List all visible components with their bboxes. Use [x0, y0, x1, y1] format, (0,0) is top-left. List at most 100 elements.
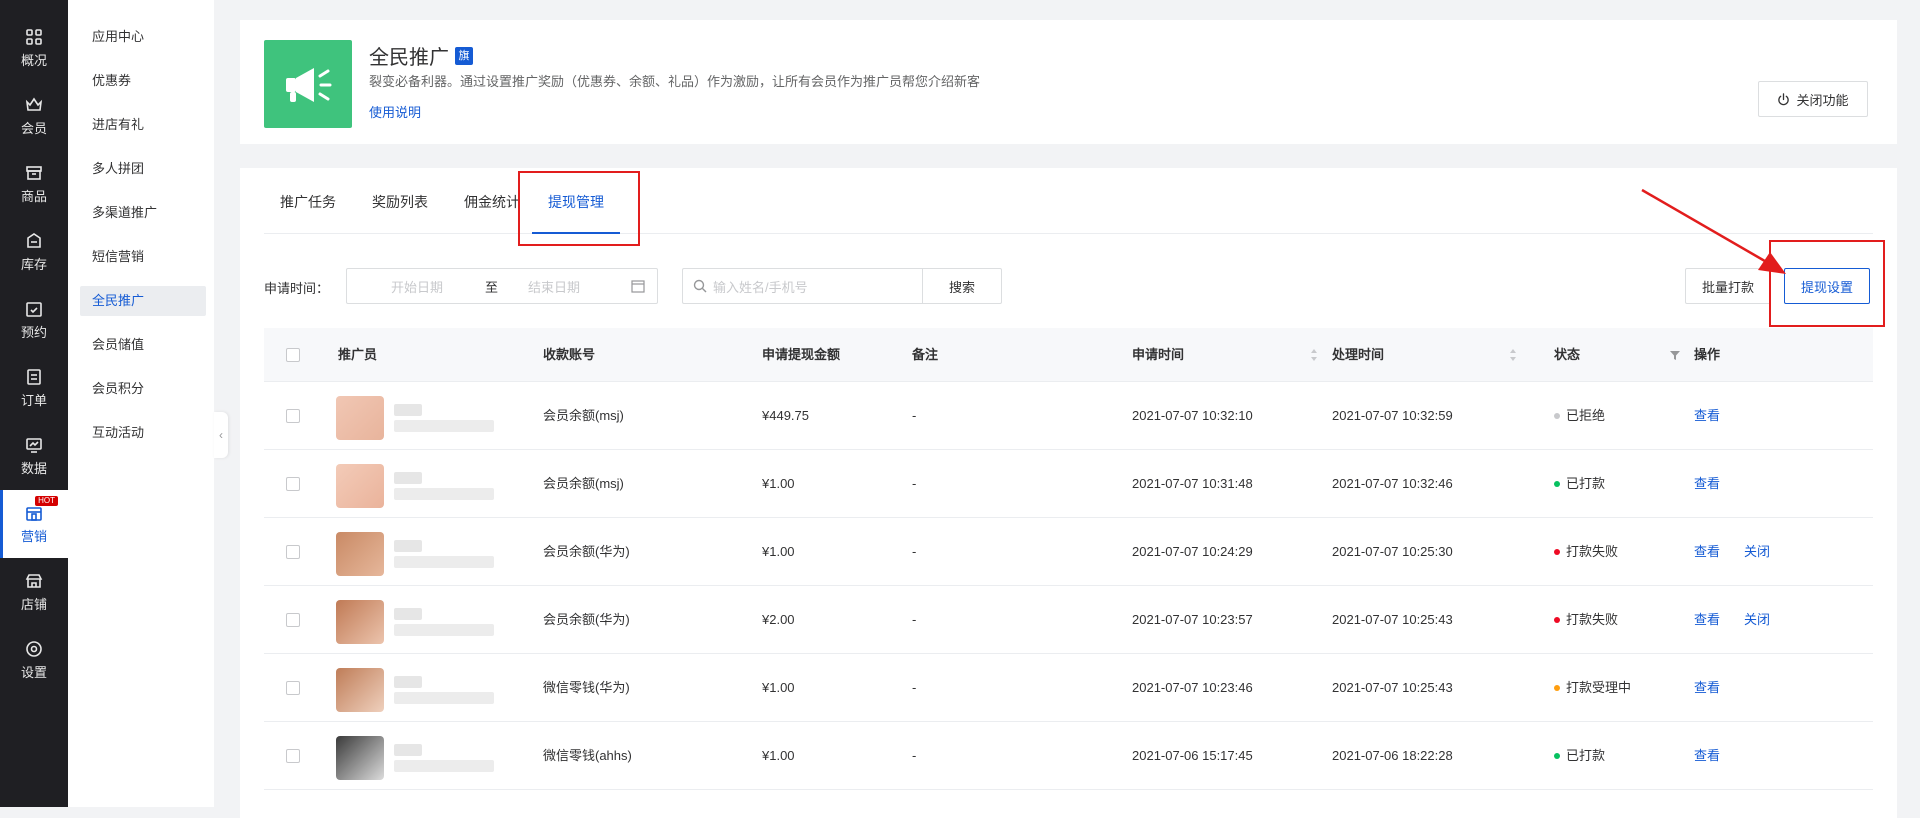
rail-item-booking[interactable]: 预约	[0, 286, 68, 354]
view-link[interactable]: 查看	[1694, 476, 1720, 491]
rail-item-shop[interactable]: 店铺	[0, 558, 68, 626]
account-cell: 会员余额(msj)	[543, 476, 624, 491]
subnav-item[interactable]: 进店有礼	[80, 110, 206, 140]
amount-cell: ¥1.00	[762, 680, 795, 695]
select-all-checkbox[interactable]	[286, 348, 300, 362]
rail-item-order[interactable]: 订单	[0, 354, 68, 422]
end-date-input[interactable]: 结束日期	[528, 277, 580, 296]
search-button[interactable]: 搜索	[922, 268, 1002, 304]
avatar	[336, 464, 384, 508]
promoter-phone-blurred	[394, 488, 494, 500]
subnav-item[interactable]: 短信营销	[80, 242, 206, 272]
close-feature-button[interactable]: 关闭功能	[1758, 81, 1868, 117]
secondary-nav: 应用中心 优惠券 进店有礼 多人拼团 多渠道推广 短信营销 全民推广 会员储值 …	[68, 0, 214, 807]
calendar-icon	[631, 280, 645, 293]
close-link[interactable]: 关闭	[1744, 544, 1770, 559]
avatar	[336, 736, 384, 780]
col-apply-time: 申请时间	[1132, 347, 1185, 362]
view-link[interactable]: 查看	[1694, 748, 1720, 763]
status-cell: 已打款	[1554, 450, 1605, 518]
status-text: 打款失败	[1566, 544, 1619, 559]
help-link[interactable]: 使用说明	[369, 102, 421, 121]
subnav-item[interactable]: 优惠券	[80, 66, 206, 96]
status-text: 已打款	[1566, 476, 1606, 491]
subnav-item[interactable]: 互动活动	[80, 418, 206, 448]
order-icon	[27, 368, 41, 385]
rail-item-stock[interactable]: 库存	[0, 218, 68, 286]
subnav-item-active[interactable]: 全民推广	[80, 286, 206, 316]
status-dot	[1554, 616, 1560, 623]
status-text: 打款受理中	[1566, 680, 1632, 695]
collapse-nav-button[interactable]: ‹	[214, 412, 228, 458]
subnav-item[interactable]: 多人拼团	[80, 154, 206, 184]
account-cell: 会员余额(华为)	[543, 612, 630, 627]
close-link[interactable]: 关闭	[1744, 612, 1770, 627]
status-dot	[1554, 412, 1560, 419]
search-icon	[693, 279, 707, 293]
process-time-cell: 2021-07-07 10:32:46	[1332, 476, 1453, 491]
account-cell: 会员余额(msj)	[543, 408, 624, 423]
subnav-item[interactable]: 多渠道推广	[80, 198, 206, 228]
account-cell: 微信零钱(华为)	[543, 680, 630, 695]
status-dot	[1554, 752, 1560, 759]
row-checkbox[interactable]	[286, 409, 300, 423]
rail-item-overview[interactable]: 概况	[0, 14, 68, 82]
rail-item-member[interactable]: 会员	[0, 82, 68, 150]
start-date-input[interactable]: 开始日期	[391, 277, 443, 296]
member-icon	[25, 97, 43, 111]
col-process-time: 处理时间	[1332, 347, 1385, 362]
rail-label: 店铺	[20, 596, 47, 612]
view-link[interactable]: 查看	[1694, 408, 1720, 423]
subnav-item[interactable]: 应用中心	[80, 22, 206, 52]
table-row: 会员余额(msj) ¥1.00 - 2021-07-07 10:31:48 20…	[264, 450, 1873, 518]
rail-item-settings[interactable]: 设置	[0, 626, 68, 694]
subnav-item[interactable]: 会员积分	[80, 374, 206, 404]
annotation-arrow	[1641, 188, 1786, 274]
row-checkbox[interactable]	[286, 613, 300, 627]
apply-time-cell: 2021-07-07 10:23:57	[1132, 612, 1253, 627]
apply-time-cell: 2021-07-07 10:32:10	[1132, 408, 1253, 423]
date-range-picker[interactable]: 开始日期 至 结束日期	[346, 268, 658, 304]
rail-item-marketing[interactable]: HOT 营销	[0, 490, 68, 558]
rail-item-goods[interactable]: 商品	[0, 150, 68, 218]
apply-time-label: 申请时间：	[264, 281, 330, 296]
sort-icon[interactable]	[1310, 348, 1318, 362]
table-row: 微信零钱(ahhs) ¥1.00 - 2021-07-06 15:17:45 2…	[264, 722, 1873, 790]
highlight-box-tab	[518, 171, 640, 246]
row-checkbox[interactable]	[286, 749, 300, 763]
rail-item-data[interactable]: 数据	[0, 422, 68, 490]
close-feature-label: 关闭功能	[1796, 92, 1849, 108]
promoter-name-blurred	[394, 744, 422, 756]
status-cell: 打款失败	[1554, 518, 1618, 586]
table-row: 会员余额(msj) ¥449.75 - 2021-07-07 10:32:10 …	[264, 382, 1873, 450]
promoter-phone-blurred	[394, 624, 494, 636]
promoter-name-blurred	[394, 540, 422, 552]
sort-icon[interactable]	[1509, 348, 1517, 362]
row-checkbox[interactable]	[286, 477, 300, 491]
status-cell: 已打款	[1554, 722, 1605, 790]
account-cell: 微信零钱(ahhs)	[543, 748, 632, 763]
view-link[interactable]: 查看	[1694, 680, 1720, 695]
status-text: 已拒绝	[1566, 408, 1606, 423]
tab-reward-list[interactable]: 奖励列表	[356, 168, 444, 234]
note-cell: -	[912, 408, 917, 423]
shop-icon	[25, 573, 43, 588]
col-actions: 操作	[1694, 347, 1721, 362]
subnav-item[interactable]: 会员储值	[80, 330, 206, 360]
row-checkbox[interactable]	[286, 681, 300, 695]
status-text: 打款失败	[1566, 612, 1619, 627]
status-dot	[1554, 548, 1560, 555]
note-cell: -	[912, 544, 917, 559]
row-checkbox[interactable]	[286, 545, 300, 559]
tab-promotion-tasks[interactable]: 推广任务	[264, 168, 352, 234]
filter-icon[interactable]	[1669, 349, 1681, 361]
account-cell: 会员余额(华为)	[543, 544, 630, 559]
note-cell: -	[912, 680, 917, 695]
view-link[interactable]: 查看	[1694, 612, 1720, 627]
promoter-name-blurred	[394, 676, 422, 688]
col-promoter: 推广员	[338, 347, 378, 362]
view-link[interactable]: 查看	[1694, 544, 1720, 559]
actions-cell: 查看	[1694, 382, 1744, 450]
actions-cell: 查看 关闭	[1694, 586, 1794, 654]
search-input[interactable]: 输入姓名/手机号	[682, 268, 922, 304]
